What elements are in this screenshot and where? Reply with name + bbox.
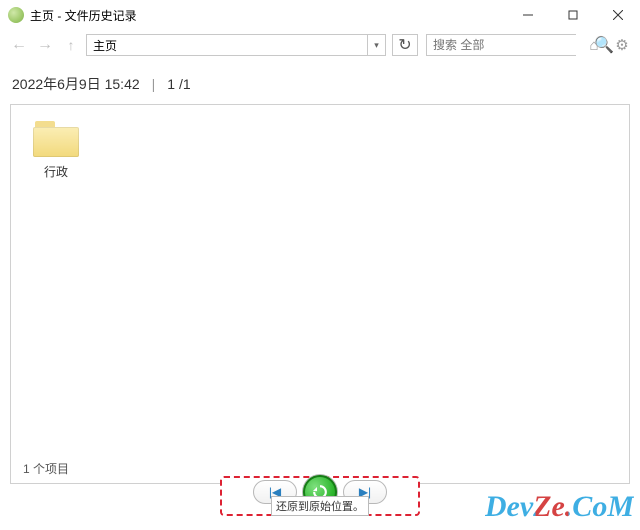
snapshot-timestamp: 2022年6月9日 15:42 bbox=[12, 74, 140, 94]
search-box[interactable]: 🔍 bbox=[426, 34, 576, 56]
window-controls bbox=[505, 0, 640, 30]
history-controls: |◀ ▶| ↖ 还原到原始位置。 bbox=[220, 476, 420, 516]
folder-item[interactable]: 行政 bbox=[25, 119, 87, 180]
home-icon[interactable]: ⌂ bbox=[584, 35, 604, 55]
minimize-button[interactable] bbox=[505, 0, 550, 30]
forward-button[interactable]: → bbox=[34, 34, 56, 56]
page-separator: | bbox=[152, 76, 156, 92]
address-bar[interactable]: ▾ bbox=[86, 34, 386, 56]
item-grid: 行政 bbox=[25, 119, 615, 180]
search-input[interactable] bbox=[427, 35, 594, 55]
address-input[interactable] bbox=[87, 35, 367, 55]
folder-label: 行政 bbox=[25, 163, 87, 180]
content-area: 行政 1 个项目 bbox=[10, 104, 630, 484]
navigation-bar: ← → ↑ ▾ ↻ 🔍 ⌂ ⚙ bbox=[0, 30, 640, 60]
page-header: 2022年6月9日 15:42 | 1 /1 bbox=[10, 72, 630, 98]
main-panel: 2022年6月9日 15:42 | 1 /1 行政 1 个项目 bbox=[0, 60, 640, 496]
window-title: 主页 - 文件历史记录 bbox=[30, 7, 505, 24]
page-indicator: 1 /1 bbox=[167, 76, 190, 92]
bottom-controls: |◀ ▶| ↖ 还原到原始位置。 bbox=[0, 476, 640, 516]
status-item-count: 1 个项目 bbox=[23, 460, 69, 477]
folder-icon bbox=[32, 119, 80, 159]
up-button[interactable]: ↑ bbox=[60, 34, 82, 56]
app-icon bbox=[8, 7, 24, 23]
title-bar: 主页 - 文件历史记录 bbox=[0, 0, 640, 30]
address-dropdown-icon[interactable]: ▾ bbox=[367, 35, 385, 55]
restore-tooltip: 还原到原始位置。 bbox=[271, 496, 369, 516]
back-button[interactable]: ← bbox=[8, 34, 30, 56]
maximize-button[interactable] bbox=[550, 0, 595, 30]
gear-icon[interactable]: ⚙ bbox=[612, 35, 632, 55]
refresh-button[interactable]: ↻ bbox=[392, 34, 418, 56]
close-button[interactable] bbox=[595, 0, 640, 30]
